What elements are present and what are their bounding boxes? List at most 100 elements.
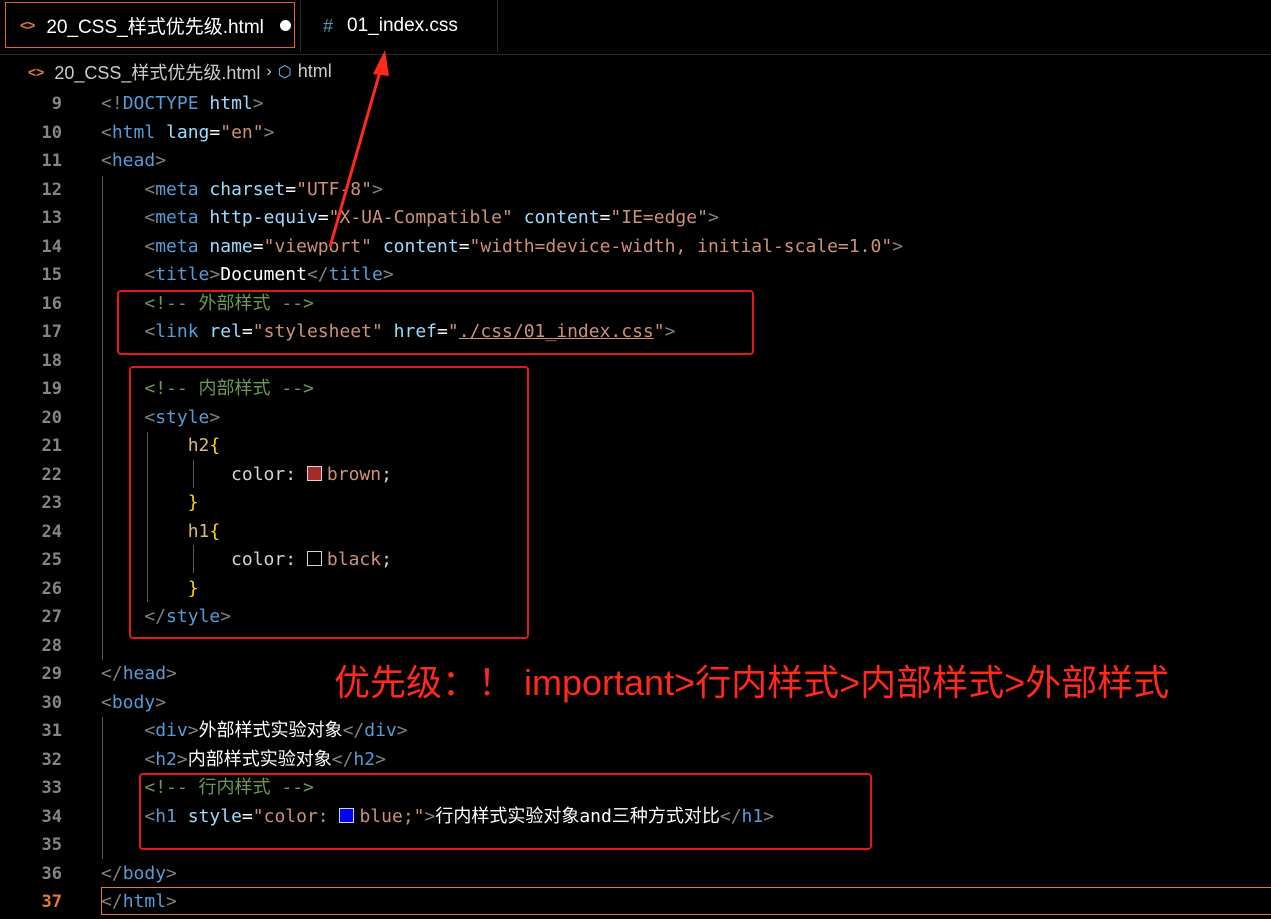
line-number: 28 bbox=[41, 635, 62, 656]
code-token: div bbox=[364, 720, 397, 741]
line-number: 26 bbox=[41, 578, 62, 599]
code-token: </ bbox=[101, 891, 123, 912]
code-token: DOCTYPE bbox=[122, 93, 199, 114]
code-token: div bbox=[155, 720, 188, 741]
line-number: 9 bbox=[51, 94, 62, 114]
line-number: 16 bbox=[41, 293, 62, 314]
code-line[interactable]: 9 <!DOCTYPE html> bbox=[0, 90, 1271, 118]
line-number: 21 bbox=[41, 436, 62, 456]
code-text: <html lang="en"> bbox=[101, 119, 274, 147]
code-line[interactable]: 13 <meta http-equiv="X-UA-Compatible" co… bbox=[0, 204, 1271, 232]
code-text: <meta charset="UTF-8"> bbox=[101, 176, 383, 204]
line-number: 22 bbox=[41, 464, 62, 485]
code-line[interactable]: 15 <title>Document</title> bbox=[0, 261, 1271, 289]
code-line[interactable]: 12 <meta charset="UTF-8"> bbox=[0, 176, 1271, 204]
code-token: > bbox=[166, 862, 177, 884]
code-token: meta bbox=[155, 207, 199, 228]
tab-html-file[interactable]: <> 20_CSS_样式优先级.html bbox=[5, 2, 295, 48]
html-file-icon: <> bbox=[28, 63, 45, 80]
code-token: </ bbox=[331, 748, 354, 770]
code-token: < bbox=[101, 691, 112, 713]
line-number: 15 bbox=[41, 265, 62, 285]
code-token: html bbox=[111, 121, 156, 143]
code-editor[interactable]: 9 <!DOCTYPE html> 10 <html lang="en"> 11 <hea… bbox=[0, 90, 1271, 919]
code-token: "UTF-8" bbox=[296, 178, 372, 200]
breadcrumb-symbol[interactable]: html bbox=[298, 61, 332, 82]
code-token: meta bbox=[155, 178, 199, 200]
code-token: content bbox=[523, 207, 600, 228]
code-token: < bbox=[144, 235, 156, 257]
code-token: "X-UA-Compatible" bbox=[328, 207, 513, 228]
code-text: <meta name="viewport" content="width=dev… bbox=[101, 233, 903, 261]
breadcrumb-file[interactable]: 20_CSS_样式优先级.html bbox=[54, 59, 260, 85]
code-token: lang bbox=[166, 121, 210, 143]
code-text: <div>外部样式实验对象</div> bbox=[101, 717, 408, 745]
code-token: > bbox=[155, 691, 167, 713]
unsaved-dot-icon[interactable] bbox=[279, 19, 291, 31]
code-token: "viewport" bbox=[263, 235, 372, 257]
code-token: = bbox=[209, 121, 221, 143]
code-token: > bbox=[396, 720, 408, 741]
code-token: > bbox=[252, 93, 264, 114]
code-token: = bbox=[317, 207, 329, 228]
code-token: > bbox=[263, 121, 275, 143]
code-line[interactable]: 32 <h2>内部样式实验对象</h2> bbox=[0, 746, 1271, 774]
tab-bar: <> 20_CSS_样式优先级.html # 01_index.css bbox=[0, 0, 1271, 55]
code-text: <body> bbox=[101, 689, 166, 717]
code-text: <!DOCTYPE html> bbox=[101, 90, 264, 118]
line-number: 10 bbox=[41, 122, 62, 143]
code-line[interactable]: 14 <meta name="viewport" content="width=… bbox=[0, 233, 1271, 261]
line-number: 29 bbox=[41, 664, 62, 684]
tab-css-file[interactable]: # 01_index.css bbox=[300, 0, 498, 52]
code-token: > bbox=[375, 748, 386, 770]
line-number: 30 bbox=[41, 692, 62, 713]
css-file-icon: # bbox=[323, 15, 334, 36]
code-token: = bbox=[599, 207, 611, 228]
code-token: <! bbox=[101, 93, 123, 114]
code-token: > bbox=[155, 150, 167, 171]
line-number: 34 bbox=[41, 806, 62, 827]
code-text: </body> bbox=[101, 860, 177, 888]
code-token: "width=device-width, initial-scale=1.0" bbox=[469, 235, 893, 257]
code-token: > bbox=[176, 748, 188, 770]
code-token: Document bbox=[220, 264, 307, 285]
code-token: content bbox=[382, 235, 459, 257]
code-token: > bbox=[166, 891, 177, 912]
code-line[interactable]: 10 <html lang="en"> bbox=[0, 119, 1271, 147]
code-token: 外部样式实验对象 bbox=[198, 720, 343, 741]
code-line[interactable]: 36 </body> bbox=[0, 860, 1271, 888]
code-token: > bbox=[382, 264, 394, 285]
code-token: > bbox=[209, 264, 221, 285]
line-number: 31 bbox=[41, 721, 62, 741]
code-token: > bbox=[187, 720, 199, 741]
line-number: 35 bbox=[41, 835, 62, 855]
code-token: </ bbox=[101, 663, 123, 684]
inline-style-highlight-box bbox=[139, 773, 872, 850]
priority-annotation: 优先级：！ important>行内样式>内部样式>外部样式 bbox=[334, 662, 1170, 703]
html-file-icon: <> bbox=[20, 17, 35, 33]
line-number: 33 bbox=[41, 778, 62, 798]
tab-label: 01_index.css bbox=[347, 15, 458, 36]
code-token: charset bbox=[209, 178, 286, 200]
code-line[interactable]: 37 </html> bbox=[0, 888, 1271, 916]
code-token: > bbox=[371, 178, 383, 200]
line-number: 13 bbox=[41, 208, 62, 228]
code-line[interactable]: 31 <div>外部样式实验对象</div> bbox=[0, 717, 1271, 745]
code-line[interactable]: 11 <head> bbox=[0, 147, 1271, 175]
code-token: html bbox=[122, 891, 167, 912]
code-token: name bbox=[209, 235, 253, 257]
external-style-highlight-box bbox=[117, 290, 754, 355]
code-token: title bbox=[328, 264, 383, 285]
code-text: <meta http-equiv="X-UA-Compatible" conte… bbox=[101, 204, 718, 232]
tab-label: 20_CSS_样式优先级.html bbox=[46, 16, 264, 38]
code-token: > bbox=[892, 235, 904, 257]
